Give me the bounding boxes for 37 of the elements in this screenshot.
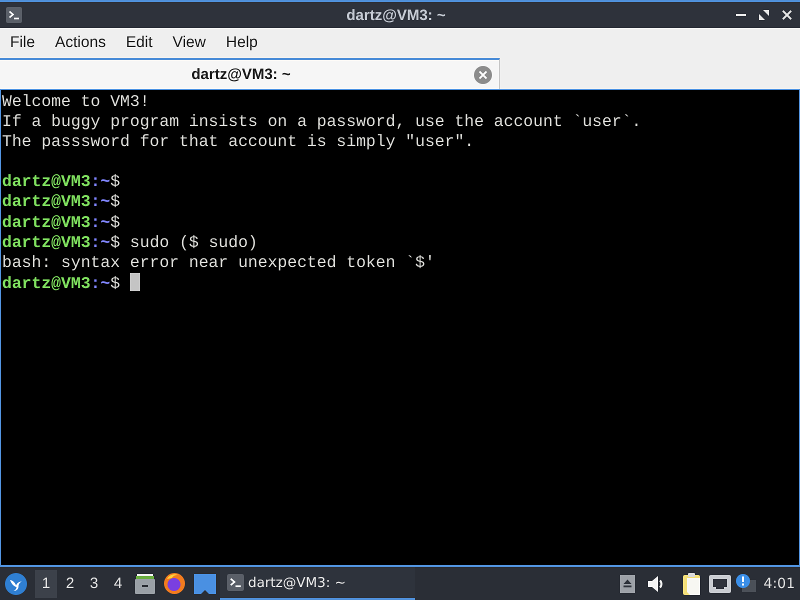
file-cabinet-icon[interactable] [135, 574, 155, 594]
network-port-icon[interactable] [708, 574, 731, 592]
workspace-button[interactable]: 1 [35, 570, 57, 598]
maximize-icon[interactable] [759, 10, 769, 20]
terminal-icon [227, 574, 244, 591]
shell-prompt: dartz@VM3:~$ [2, 212, 120, 232]
menu-item[interactable]: Edit [116, 30, 163, 56]
shell-prompt: dartz@VM3:~$ [2, 172, 120, 192]
task-button[interactable]: dartz@VM3: ~ [220, 567, 415, 600]
speaker-icon[interactable] [648, 576, 665, 592]
command-text: sudo ($ sudo) [130, 232, 258, 252]
screen-icon[interactable] [194, 574, 216, 594]
menu-item[interactable]: Actions [44, 30, 116, 56]
bird-logo-icon[interactable] [5, 572, 27, 594]
output-text: If a buggy program insists on a password, use the account `user`. [2, 112, 642, 132]
workspace-button[interactable]: 2 [59, 570, 81, 598]
eject-icon[interactable] [620, 574, 635, 592]
terminal-area[interactable] [0, 89, 800, 565]
clipboard-icon[interactable] [682, 572, 702, 594]
clock-text[interactable]: 4:01 [764, 576, 795, 592]
globe-icon[interactable] [164, 573, 185, 594]
alert-icon[interactable] [736, 574, 756, 594]
terminal-icon[interactable] [6, 7, 22, 23]
workspace-button[interactable]: 3 [83, 570, 105, 598]
output-text: The passsword for that account is simply "user". [2, 132, 474, 152]
shell-prompt: dartz@VM3:~$ [2, 192, 120, 212]
menu-item[interactable]: View [162, 30, 216, 56]
output-text: bash: syntax error near unexpected token `$' [2, 252, 435, 272]
shell-prompt: dartz@VM3:~$ [2, 232, 120, 252]
menu-item[interactable]: File [0, 30, 45, 56]
menu-item[interactable]: Help [216, 30, 268, 56]
close-icon[interactable] [782, 10, 792, 20]
window-title: dartz@VM3: ~ [345, 6, 447, 24]
output-text: Welcome to VM3! [2, 92, 150, 111]
tab[interactable]: dartz@VM3: ~ [0, 58, 500, 89]
workspace-button[interactable]: 4 [107, 570, 129, 598]
shell-prompt: dartz@VM3:~$ [2, 274, 120, 293]
